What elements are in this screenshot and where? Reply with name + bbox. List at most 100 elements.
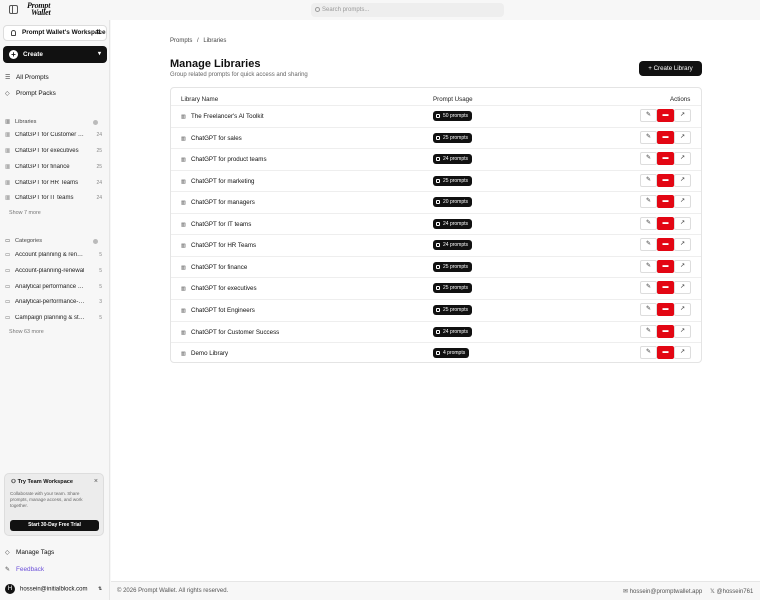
library-icon: ▥ [181, 200, 186, 207]
document-icon [436, 243, 440, 248]
share-button[interactable]: ↗ [674, 195, 691, 209]
edit-button[interactable]: ✎ [640, 152, 657, 166]
share-button[interactable]: ↗ [674, 130, 691, 144]
edit-button[interactable]: ✎ [640, 346, 657, 360]
edit-button[interactable]: ✎ [640, 281, 657, 295]
create-button[interactable]: + Create ▾ [3, 46, 107, 63]
delete-button[interactable]: ▬ [657, 324, 674, 338]
table-row: ▥ ChatGPT for marketing 25 prompts ✎ ▬ ↗ [171, 169, 701, 192]
library-name-cell[interactable]: ▥ ChatGPT for HR Teams [181, 242, 256, 249]
nav-all-prompts[interactable]: ☰ All Prompts [5, 74, 49, 81]
library-name-cell[interactable]: ▥ ChatGPT for executives [181, 285, 257, 292]
pencil-icon: ✎ [645, 112, 652, 118]
delete-button[interactable]: ▬ [657, 302, 674, 316]
prompt-usage-badge: 20 prompts [433, 197, 473, 208]
trash-icon: ▬ [662, 284, 669, 291]
sidebar-toggle-icon[interactable] [9, 5, 18, 14]
share-button[interactable]: ↗ [674, 259, 691, 273]
share-button[interactable]: ↗ [674, 281, 691, 295]
library-name-cell[interactable]: ▥ ChatGPT for sales [181, 135, 242, 142]
delete-button[interactable]: ▬ [657, 216, 674, 230]
library-name-cell[interactable]: ▥ ChatGPT for managers [181, 199, 255, 206]
library-name-cell[interactable]: ▥ ChatGPT for finance [181, 264, 247, 271]
library-name-cell[interactable]: ▥ Demo Library [181, 350, 228, 357]
logo[interactable]: Prompt Wallet [27, 2, 51, 17]
document-icon [436, 307, 440, 312]
library-name-cell[interactable]: ▥ ChatGPT for Customer Success [181, 329, 279, 336]
delete-button[interactable]: ▬ [657, 195, 674, 209]
library-name-cell[interactable]: ▥ ChatGPT for product teams [181, 156, 267, 163]
library-name-cell[interactable]: ▥ ChatGPT for marketing [181, 178, 255, 185]
nav-manage-tags[interactable]: ◇ Manage Tags [5, 549, 54, 556]
edit-button[interactable]: ✎ [640, 195, 657, 209]
search-input[interactable]: Search prompts... [311, 3, 504, 17]
chevron-updown-icon: ⇅ [98, 586, 103, 592]
library-name-cell[interactable]: ▥ ChatGPT fot Engineers [181, 307, 255, 314]
table-row: ▥ ChatGPT for IT teams 24 prompts ✎ ▬ ↗ [171, 212, 701, 235]
nav-feedback[interactable]: ✎ Feedback [5, 566, 44, 573]
share-button[interactable]: ↗ [674, 324, 691, 338]
edit-button[interactable]: ✎ [640, 259, 657, 273]
library-name-cell[interactable]: ▥ The Freelancer's AI Toolkit [181, 113, 264, 120]
delete-button[interactable]: ▬ [657, 109, 674, 122]
sidebar-category-item[interactable]: ▭Analytical-performance-metrics3 [5, 299, 102, 305]
share-button[interactable]: ↗ [674, 346, 691, 360]
edit-button[interactable]: ✎ [640, 302, 657, 316]
delete-button[interactable]: ▬ [657, 238, 674, 252]
add-library-icon[interactable] [93, 120, 98, 125]
twitter-link[interactable]: 𝕏 @hossein761 [710, 588, 753, 595]
delete-button[interactable]: ▬ [657, 346, 674, 360]
edit-button[interactable]: ✎ [640, 109, 657, 122]
user-menu[interactable]: Hhossein@initialblock.com ⇅ [5, 584, 102, 594]
share-button[interactable]: ↗ [674, 238, 691, 252]
chevron-down-icon: ▾ [97, 51, 101, 57]
sidebar-library-item[interactable]: ▥ ChatGPT for finance 25 [5, 164, 102, 170]
list-icon: ☰ [5, 75, 11, 81]
edit-button[interactable]: ✎ [640, 173, 657, 187]
show-more-libraries[interactable]: Show 7 more [9, 210, 41, 216]
breadcrumb-libraries: Libraries [203, 38, 227, 44]
pencil-icon: ✎ [645, 241, 652, 248]
share-button[interactable]: ↗ [674, 152, 691, 166]
close-icon[interactable]: × [94, 478, 98, 485]
page-subtitle: Group related prompts for quick access a… [170, 72, 308, 78]
delete-button[interactable]: ▬ [657, 281, 674, 295]
sidebar-category-item[interactable]: ▭ Account planning & renewal 5 [5, 252, 102, 258]
create-library-button[interactable]: + Create Library [639, 61, 702, 76]
edit-button[interactable]: ✎ [640, 216, 657, 230]
sidebar-category-item[interactable]: ▭Campaign planning & strategy5 [5, 315, 102, 321]
edit-button[interactable]: ✎ [640, 130, 657, 144]
start-trial-button[interactable]: Start 30-Day Free Trial [10, 520, 99, 531]
edit-button[interactable]: ✎ [640, 324, 657, 338]
document-icon [436, 178, 440, 183]
library-name-cell[interactable]: ▥ ChatGPT for IT teams [181, 221, 251, 228]
delete-button[interactable]: ▬ [657, 259, 674, 273]
sidebar-category-item[interactable]: ▭Analytical performance & metrics5 [5, 284, 102, 290]
share-button[interactable]: ↗ [674, 302, 691, 316]
share-button[interactable]: ↗ [674, 109, 691, 122]
share-button[interactable]: ↗ [674, 173, 691, 187]
delete-button[interactable]: ▬ [657, 173, 674, 187]
delete-button[interactable]: ▬ [657, 152, 674, 166]
sidebar-library-item[interactable]: ▥ ChatGPT for IT teams 24 [5, 195, 102, 201]
breadcrumb-separator: / [197, 38, 199, 44]
add-category-icon[interactable] [93, 239, 98, 244]
table-row: ▥ ChatGPT for managers 20 prompts ✎ ▬ ↗ [171, 191, 701, 213]
delete-button[interactable]: ▬ [657, 130, 674, 144]
prompt-usage-badge: 25 prompts [433, 261, 473, 272]
sidebar-library-item[interactable]: ▥ChatGPT for Customer Success24 [5, 132, 102, 138]
workspace-selector[interactable]: Prompt Wallet's Workspace ⇅ [3, 25, 107, 41]
edit-button[interactable]: ✎ [640, 238, 657, 252]
share-button[interactable]: ↗ [674, 216, 691, 230]
sidebar-library-item[interactable]: ▥ ChatGPT for executives 25 [5, 148, 102, 154]
breadcrumb-prompts[interactable]: Prompts [170, 38, 192, 44]
nav-prompt-packs[interactable]: ◇ Prompt Packs [5, 90, 56, 97]
contact-email[interactable]: ✉ hossein@promptwallet.app [623, 588, 702, 595]
table-row: ▥ The Freelancer's AI Toolkit 50 prompts ✎ ▬… [171, 105, 701, 127]
libraries-table: Library Name Prompt Usage Actions ▥ The F… [170, 87, 702, 363]
share-icon: ↗ [679, 176, 686, 183]
sidebar-library-item[interactable]: ▥ ChatGPT for HR Teams 24 [5, 180, 102, 186]
sidebar-category-item[interactable]: ▭ Account-planning-renewal 5 [5, 268, 102, 274]
top-bar: Prompt Wallet Search prompts... [0, 0, 760, 20]
show-more-categories[interactable]: Show 63 more [9, 329, 44, 335]
